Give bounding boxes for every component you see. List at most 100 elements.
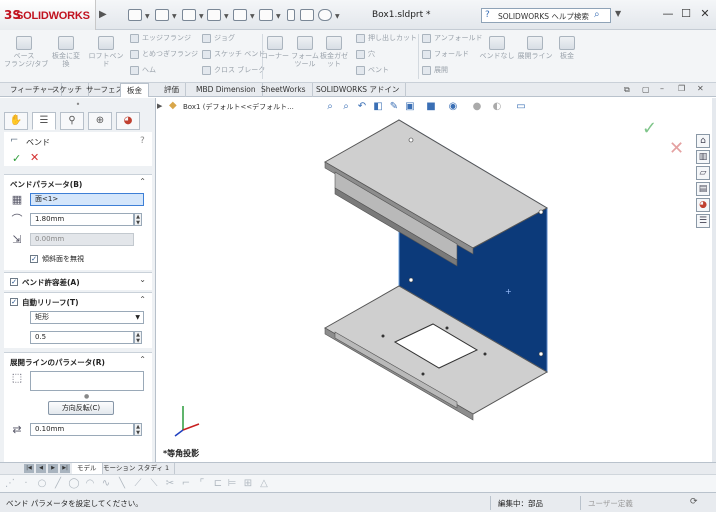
- chevron-up-icon[interactable]: ⌃: [139, 177, 146, 186]
- section-header[interactable]: ベンド許容差(A): [22, 277, 80, 288]
- restore-pane-icon[interactable]: ⧉: [624, 85, 630, 95]
- prev-tab-button[interactable]: ◀: [36, 464, 46, 473]
- offset-icon[interactable]: ⌐: [180, 478, 192, 490]
- file-properties-icon[interactable]: [300, 9, 314, 21]
- design-library-icon[interactable]: ▥: [696, 150, 710, 164]
- chevron-up-icon[interactable]: ⌃: [139, 355, 146, 364]
- rip-button[interactable]: 展開ライン: [516, 36, 554, 60]
- tab-motion-study[interactable]: モーション スタディ 1: [98, 463, 176, 474]
- trim-icon[interactable]: ✂: [164, 478, 176, 490]
- no-bends-button[interactable]: ベンドなし: [478, 36, 516, 60]
- display-manager-icon[interactable]: ◕: [116, 112, 140, 130]
- line-icon[interactable]: ⋰: [4, 478, 16, 490]
- sheetmetal-gusset-button[interactable]: 板金ガゼ ット: [316, 36, 352, 68]
- home-icon[interactable]: ⌂: [696, 134, 710, 148]
- last-tab-button[interactable]: ▶|: [60, 464, 70, 473]
- flat-line-selection-field[interactable]: [30, 371, 144, 391]
- rebuild-icon[interactable]: [287, 9, 295, 21]
- circle-tool-icon[interactable]: ◯: [68, 478, 80, 490]
- jog-button[interactable]: ジョグ: [202, 32, 265, 44]
- sheetmetal-button[interactable]: 板金: [550, 36, 584, 60]
- slot-icon[interactable]: ⟍: [148, 478, 160, 490]
- hole-button[interactable]: 穴: [356, 48, 417, 60]
- chevron-down-icon[interactable]: ▼: [199, 13, 204, 20]
- file-explorer-icon[interactable]: ▱: [696, 166, 710, 180]
- ok-button[interactable]: ✓: [12, 152, 21, 165]
- new-document-icon[interactable]: [128, 9, 142, 21]
- section-header[interactable]: 展開ラインのパラメータ(R): [10, 357, 105, 368]
- doc-close-button[interactable]: ✕: [697, 84, 704, 93]
- status-units[interactable]: ユーザー定義: [588, 498, 633, 509]
- app-logo[interactable]: 3S SOLIDWORKS: [0, 0, 96, 30]
- bend-radius-input[interactable]: 1.80mm: [30, 213, 134, 226]
- convert-to-sheetmetal-button[interactable]: 板金に変 換: [46, 36, 86, 68]
- chevron-down-icon[interactable]: ▼: [145, 13, 150, 20]
- chevron-down-icon[interactable]: ▼: [224, 13, 229, 20]
- chevron-down-icon[interactable]: ▼: [276, 13, 281, 20]
- relief-type-select[interactable]: 矩形 ▼: [30, 311, 144, 324]
- first-tab-button[interactable]: |◀: [24, 464, 34, 473]
- search-icon[interactable]: ⌕: [594, 9, 600, 20]
- section-header[interactable]: ベンドパラメータ(B): [10, 179, 82, 190]
- flatten-button[interactable]: 展開: [422, 64, 483, 76]
- undo-icon[interactable]: [233, 9, 247, 21]
- chevron-down-icon[interactable]: ⌄: [139, 275, 146, 284]
- doc-minimize-button[interactable]: –: [660, 84, 664, 93]
- select-arrow-icon[interactable]: [259, 9, 273, 21]
- point-icon[interactable]: ·: [20, 478, 32, 490]
- edge-flange-button[interactable]: エッジフランジ: [130, 32, 198, 44]
- grid-icon[interactable]: ⊞: [242, 478, 254, 490]
- linear-pattern-icon[interactable]: ⊨: [226, 478, 238, 490]
- custom-properties-icon[interactable]: ☰: [696, 214, 710, 228]
- next-tab-button[interactable]: ▶: [48, 464, 58, 473]
- offset-input[interactable]: 0.10mm: [30, 423, 134, 436]
- tab-addins[interactable]: SOLIDWORKS アドイン: [310, 83, 407, 97]
- feature-tree-icon[interactable]: ✋: [4, 112, 28, 130]
- dimxpert-icon[interactable]: ⊕: [88, 112, 112, 130]
- dimension-icon[interactable]: ⟋: [132, 478, 144, 490]
- triangle-icon[interactable]: △: [258, 478, 270, 490]
- maximize-button[interactable]: ☐: [678, 7, 694, 21]
- appearances-icon[interactable]: ◕: [696, 198, 710, 212]
- tab-evaluate[interactable]: 評価: [158, 83, 186, 97]
- tab-mbd-dimension[interactable]: MBD Dimension: [190, 83, 263, 97]
- panel-grip-icon[interactable]: •: [70, 100, 86, 109]
- chevron-down-icon[interactable]: ▼: [250, 13, 255, 20]
- vent-button[interactable]: ベント: [356, 64, 417, 76]
- chevron-down-icon[interactable]: ▼: [172, 13, 177, 20]
- ignore-bevel-checkbox[interactable]: ✓: [30, 255, 38, 263]
- save-icon[interactable]: [182, 9, 196, 21]
- corners-button[interactable]: コーナー: [258, 36, 292, 60]
- confirm-corner-cancel[interactable]: ✕: [669, 138, 684, 159]
- property-manager-icon[interactable]: ☰: [32, 112, 56, 130]
- miter-flange-button[interactable]: とめつぎフランジ: [130, 48, 198, 60]
- mirror-icon[interactable]: ⊏: [212, 478, 224, 490]
- confirm-corner-ok[interactable]: ✓: [642, 118, 657, 139]
- lofted-bend-button[interactable]: ロフトベンド: [86, 36, 126, 68]
- configuration-manager-icon[interactable]: ⚲: [60, 112, 84, 130]
- arc-icon[interactable]: ◠: [84, 478, 96, 490]
- spline-icon[interactable]: ∿: [100, 478, 112, 490]
- bend-allowance-checkbox[interactable]: ✓: [10, 278, 18, 286]
- relief-ratio-spinner[interactable]: ▲ ▼: [134, 331, 142, 344]
- offset-spinner[interactable]: ▲ ▼: [134, 423, 142, 436]
- tab-sheetmetal[interactable]: 板金: [120, 83, 149, 97]
- centerline-icon[interactable]: ╲: [116, 478, 128, 490]
- sketched-bend-button[interactable]: スケッチ ベンド: [202, 48, 265, 60]
- minimize-button[interactable]: —: [660, 7, 676, 21]
- view-palette-icon[interactable]: ▤: [696, 182, 710, 196]
- chevron-up-icon[interactable]: ⌃: [139, 295, 146, 304]
- auto-relief-checkbox[interactable]: ✓: [10, 298, 18, 306]
- open-folder-icon[interactable]: [155, 9, 169, 21]
- help-search-box[interactable]: ? SOLIDWORKS ヘルプ検索 ⌕: [481, 8, 611, 23]
- part-model[interactable]: +: [157, 98, 712, 462]
- unfold-button[interactable]: アンフォールド: [422, 32, 483, 44]
- rebuild-status-icon[interactable]: ⟳: [690, 497, 698, 507]
- chevron-down-icon[interactable]: ▼: [335, 13, 340, 20]
- line-tool-icon[interactable]: ╱: [52, 478, 64, 490]
- reverse-direction-button[interactable]: 方向反転(C): [48, 401, 114, 415]
- cancel-button[interactable]: ✕: [30, 151, 39, 164]
- doc-restore-button[interactable]: ❐: [678, 84, 685, 93]
- gear-icon[interactable]: [318, 9, 332, 21]
- chevron-down-icon[interactable]: ▼: [615, 9, 621, 18]
